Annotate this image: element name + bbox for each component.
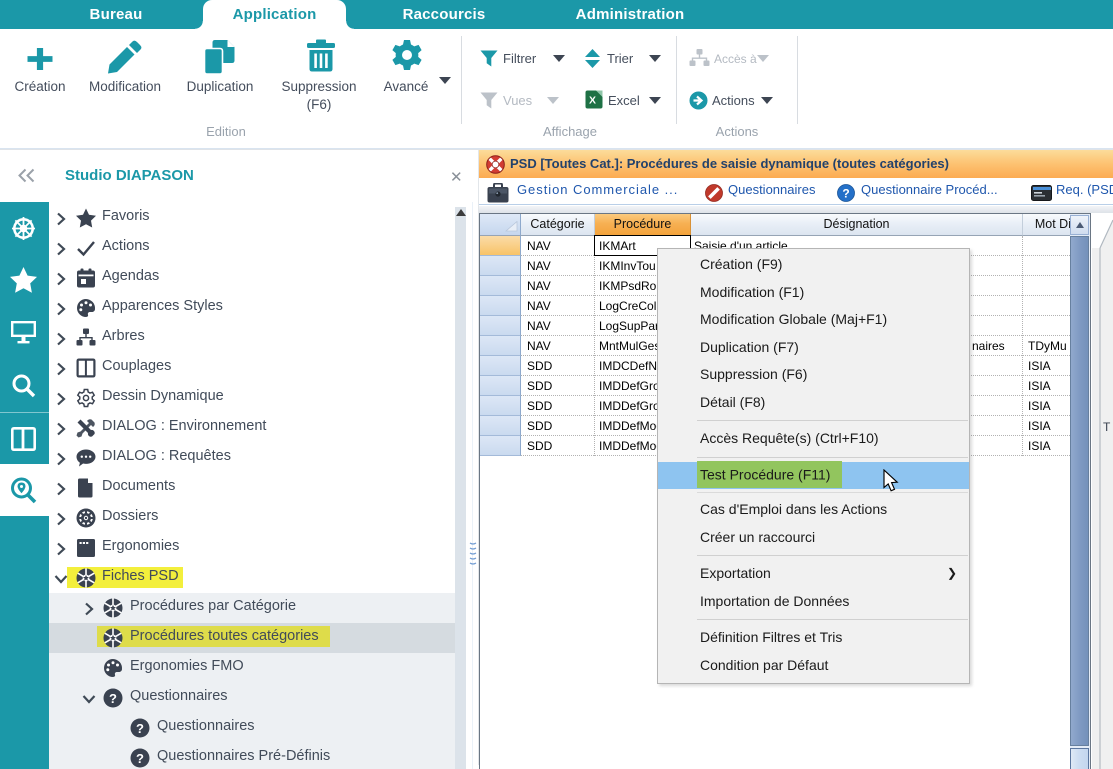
svg-text:X: X	[589, 95, 596, 107]
svg-text:T: T	[1103, 420, 1111, 434]
svg-text:?: ?	[842, 186, 849, 200]
